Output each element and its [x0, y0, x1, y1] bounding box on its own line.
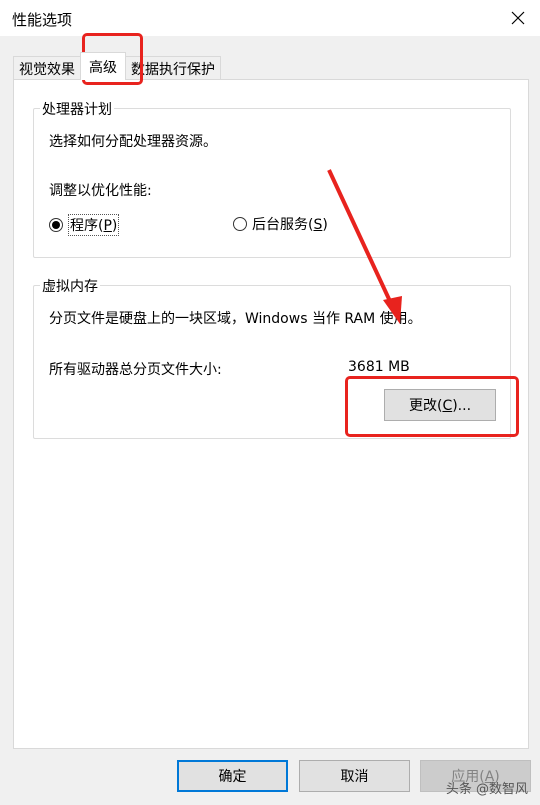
- tab-label: 高级: [89, 59, 117, 76]
- tab-advanced[interactable]: 高级: [80, 52, 126, 80]
- virtual-memory-group: 虚拟内存 分页文件是硬盘上的一块区域，Windows 当作 RAM 使用。 所有…: [33, 276, 511, 439]
- button-label: 取消: [340, 769, 369, 785]
- radio-circle-unchecked: [233, 217, 247, 231]
- tab-label: 视觉效果: [19, 61, 75, 78]
- close-button[interactable]: [504, 4, 532, 32]
- tab-label: 数据执行保护: [131, 61, 215, 78]
- cancel-button[interactable]: 取消: [299, 760, 410, 792]
- title-bar: 性能选项: [0, 0, 540, 36]
- change-virtual-memory-button[interactable]: 更改(C)...: [384, 389, 496, 421]
- tab-strip: 视觉效果 高级 数据执行保护: [13, 52, 221, 80]
- dialog-body: 视觉效果 高级 数据执行保护 处理器计划 选择如何分配处理器资源。 调整以优化性…: [0, 36, 540, 805]
- group-title: 处理器计划: [40, 99, 114, 119]
- tab-visual-effects[interactable]: 视觉效果: [13, 56, 81, 80]
- button-label: 更改(C)...: [408, 398, 472, 414]
- total-paging-value: 3681 MB: [348, 359, 410, 375]
- processor-scheduling-group: 处理器计划 选择如何分配处理器资源。 调整以优化性能: 程序(P) 后台服务(S…: [33, 99, 511, 258]
- button-label: 确定: [218, 769, 247, 785]
- watermark: 头条 @数智风: [446, 778, 528, 797]
- advanced-tab-panel: 处理器计划 选择如何分配处理器资源。 调整以优化性能: 程序(P) 后台服务(S…: [13, 79, 529, 749]
- radio-background-services[interactable]: 后台服务(S): [233, 214, 328, 234]
- radio-label-background: 后台服务(S): [252, 217, 328, 233]
- ok-button[interactable]: 确定: [177, 760, 288, 792]
- radio-programs[interactable]: 程序(P): [49, 214, 120, 236]
- tab-data-execution-prevention[interactable]: 数据执行保护: [125, 56, 221, 80]
- processor-description: 选择如何分配处理器资源。: [49, 134, 217, 150]
- radio-label-programs: 程序(P): [68, 214, 120, 236]
- group-title: 虚拟内存: [40, 276, 100, 296]
- window-title: 性能选项: [12, 11, 73, 29]
- watermark-text: 头条 @数智风: [445, 782, 528, 797]
- virtual-memory-description: 分页文件是硬盘上的一块区域，Windows 当作 RAM 使用。: [49, 311, 422, 327]
- total-paging-label: 所有驱动器总分页文件大小:: [49, 362, 222, 378]
- radio-circle-checked: [49, 218, 63, 232]
- close-icon: [511, 11, 525, 25]
- adjust-label: 调整以优化性能:: [49, 183, 152, 199]
